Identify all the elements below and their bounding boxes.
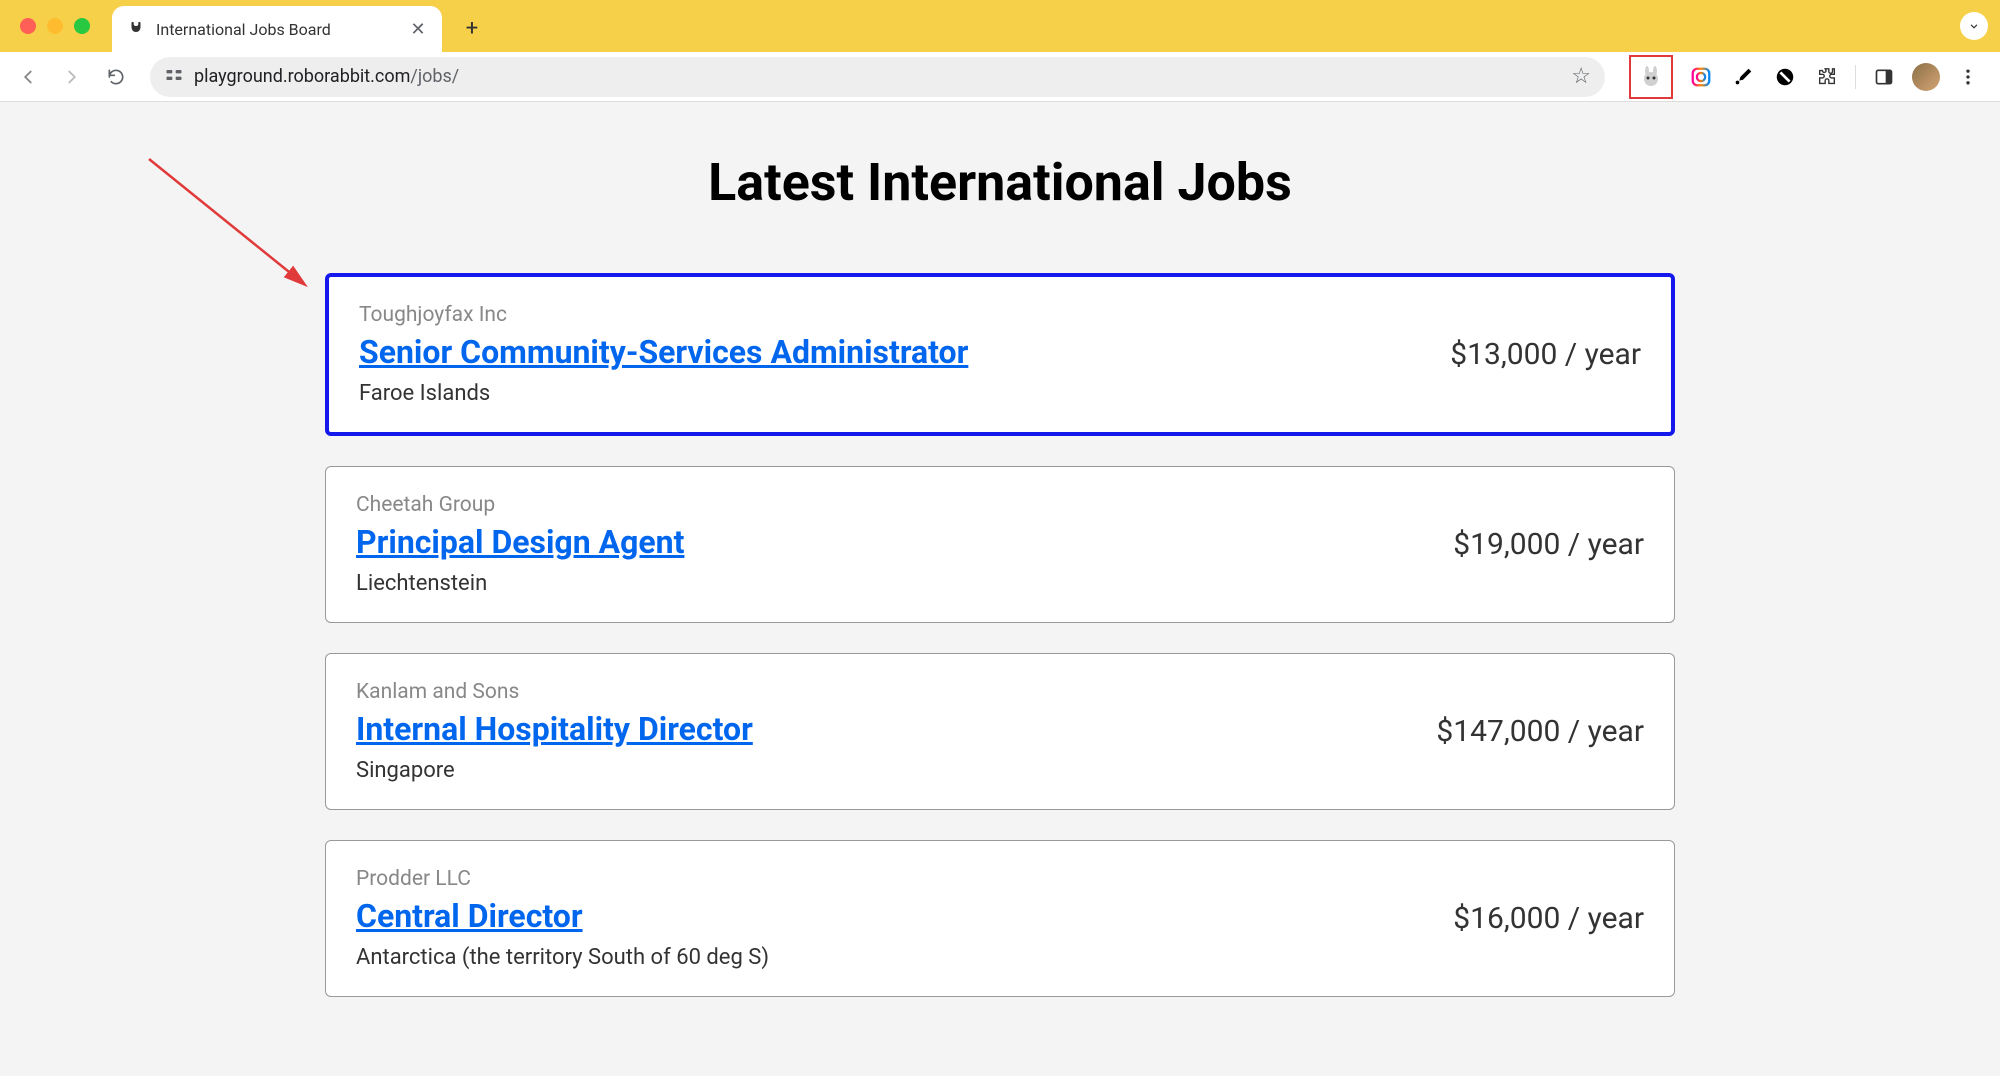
toolbar-divider — [1855, 65, 1856, 89]
tab-favicon-icon — [126, 19, 146, 39]
job-location: Faroe Islands — [359, 381, 968, 406]
roborabbit-extension-icon[interactable] — [1629, 55, 1673, 99]
job-company: Toughjoyfax Inc — [359, 303, 968, 327]
color-picker-extension-icon[interactable] — [1729, 63, 1757, 91]
job-card[interactable]: Cheetah Group Principal Design Agent Lie… — [325, 466, 1675, 623]
window-controls — [20, 18, 90, 34]
extension-icons — [1621, 55, 1990, 99]
nav-back-button[interactable] — [10, 59, 46, 95]
nav-reload-button[interactable] — [98, 59, 134, 95]
job-details: Cheetah Group Principal Design Agent Lie… — [356, 493, 684, 596]
job-card[interactable]: Toughjoyfax Inc Senior Community-Service… — [325, 273, 1675, 436]
window-maximize-button[interactable] — [74, 18, 90, 34]
job-salary: $16,000 / year — [1453, 901, 1644, 936]
browser-menu-icon[interactable] — [1954, 63, 1982, 91]
job-card[interactable]: Prodder LLC Central Director Antarctica … — [325, 840, 1675, 997]
url-bar[interactable]: playground.roborabbit.com/jobs/ ☆ — [150, 57, 1605, 97]
tabs-region: International Jobs Board ✕ + — [112, 0, 490, 52]
title-bar: International Jobs Board ✕ + — [0, 0, 2000, 52]
page-content: Latest International Jobs Toughjoyfax In… — [0, 102, 2000, 1047]
jobs-list: Toughjoyfax Inc Senior Community-Service… — [325, 273, 1675, 997]
profile-avatar[interactable] — [1912, 63, 1940, 91]
job-card[interactable]: Kanlam and Sons Internal Hospitality Dir… — [325, 653, 1675, 810]
browser-toolbar: playground.roborabbit.com/jobs/ ☆ — [0, 52, 2000, 102]
extensions-menu-icon[interactable] — [1813, 63, 1841, 91]
site-info-icon[interactable] — [164, 65, 184, 89]
job-salary: $147,000 / year — [1436, 714, 1644, 749]
new-tab-button[interactable]: + — [454, 10, 490, 46]
tab-title: International Jobs Board — [156, 20, 398, 39]
window-close-button[interactable] — [20, 18, 36, 34]
job-location: Liechtenstein — [356, 571, 684, 596]
url-text: playground.roborabbit.com/jobs/ — [194, 66, 1561, 87]
job-salary: $19,000 / year — [1453, 527, 1644, 562]
job-details: Kanlam and Sons Internal Hospitality Dir… — [356, 680, 753, 783]
no-symbol-extension-icon[interactable] — [1771, 63, 1799, 91]
job-details: Toughjoyfax Inc Senior Community-Service… — [359, 303, 968, 406]
job-company: Cheetah Group — [356, 493, 684, 517]
tabs-dropdown-button[interactable] — [1960, 12, 1988, 40]
side-panel-icon[interactable] — [1870, 63, 1898, 91]
browser-chrome: International Jobs Board ✕ + playground.… — [0, 0, 2000, 102]
nav-forward-button[interactable] — [54, 59, 90, 95]
job-title-link[interactable]: Senior Community-Services Administrator — [359, 333, 968, 371]
page-heading: Latest International Jobs — [0, 152, 2000, 213]
bookmark-star-icon[interactable]: ☆ — [1571, 64, 1591, 89]
job-company: Kanlam and Sons — [356, 680, 753, 704]
job-company: Prodder LLC — [356, 867, 769, 891]
instagram-extension-icon[interactable] — [1687, 63, 1715, 91]
job-salary: $13,000 / year — [1450, 337, 1641, 372]
job-location: Antarctica (the territory South of 60 de… — [356, 945, 769, 970]
job-details: Prodder LLC Central Director Antarctica … — [356, 867, 769, 970]
window-minimize-button[interactable] — [47, 18, 63, 34]
job-location: Singapore — [356, 758, 753, 783]
browser-tab[interactable]: International Jobs Board ✕ — [112, 6, 442, 52]
job-title-link[interactable]: Central Director — [356, 897, 769, 935]
job-title-link[interactable]: Internal Hospitality Director — [356, 710, 753, 748]
tab-close-icon[interactable]: ✕ — [408, 19, 428, 40]
job-title-link[interactable]: Principal Design Agent — [356, 523, 684, 561]
